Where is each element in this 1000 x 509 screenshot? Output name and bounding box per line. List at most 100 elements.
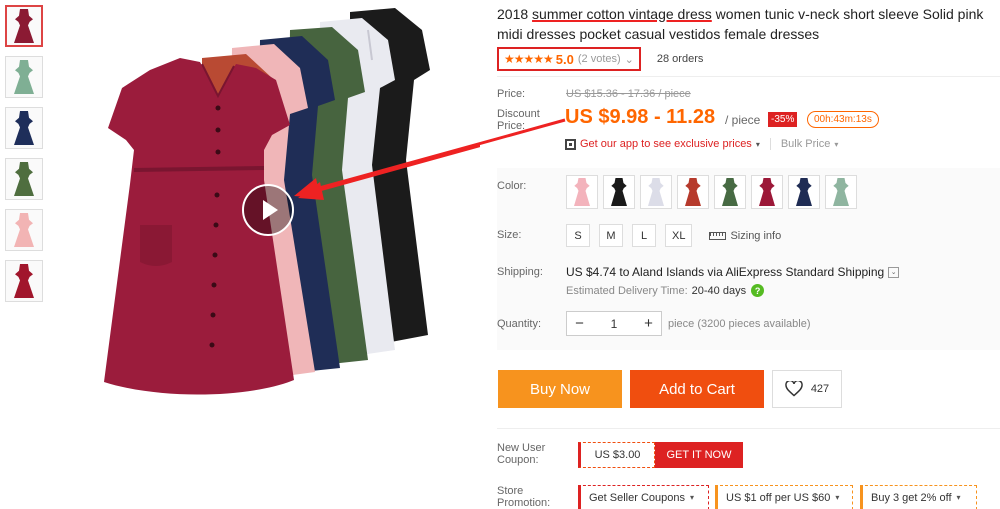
countdown-timer: 00h:43m:13s: [807, 111, 879, 128]
divider: [497, 76, 1000, 77]
product-title: 2018 summer cotton vintage dress women t…: [497, 4, 1000, 44]
size-option-m[interactable]: M: [599, 224, 623, 247]
size-option-l[interactable]: L: [632, 224, 656, 247]
dress-swatch-icon: [833, 178, 849, 206]
help-icon[interactable]: ?: [751, 284, 765, 297]
size-options: S M L XL Sizing info: [566, 224, 781, 247]
divider: [497, 428, 1000, 429]
dress-swatch-icon: [722, 178, 738, 206]
product-options: Color: Size: S M L XL Sizing info Shippi…: [497, 168, 1000, 350]
delivery-time: Estimated Delivery Time: 20-40 days ?: [566, 284, 765, 297]
votes-count: (2 votes): [577, 53, 621, 65]
quantity-label: Quantity:: [497, 318, 542, 330]
price-label: Price:: [497, 88, 526, 100]
price-unit: / piece: [725, 113, 761, 127]
thumbnail-strip: [5, 5, 43, 311]
thumbnail-6[interactable]: [5, 260, 43, 302]
bundle-discount-button[interactable]: Buy 3 get 2% off ▾: [860, 485, 977, 509]
dress-swatch-icon: [796, 178, 812, 206]
size-option-s[interactable]: S: [566, 224, 590, 247]
wishlist-count: 427: [810, 383, 830, 395]
shipping-text: US $4.74 to Aland Islands via AliExpress…: [566, 265, 885, 279]
delivery-days: 20-40 days: [691, 284, 747, 297]
dress-swatch-icon: [648, 178, 664, 206]
chevron-down-icon: ▾: [956, 493, 961, 502]
sizing-info-link[interactable]: Sizing info: [709, 230, 781, 242]
shipping-info: US $4.74 to Aland Islands via AliExpress…: [566, 265, 900, 279]
chevron-down-icon: ▾: [835, 493, 840, 502]
dress-thumb-icon: [14, 213, 34, 247]
increase-quantity-button[interactable]: +: [636, 312, 661, 335]
store-discount-button[interactable]: US $1 off per US $60 ▾: [715, 485, 853, 509]
buy-now-button[interactable]: Buy Now: [498, 370, 622, 408]
coupon-amount: US $3.00: [578, 442, 655, 468]
dress-thumb-icon: [14, 162, 34, 196]
availability-text: piece (3200 pieces available): [668, 317, 811, 330]
bulk-price-link[interactable]: Bulk Price: [769, 138, 830, 150]
color-label: Color:: [497, 180, 527, 192]
thumbnail-3[interactable]: [5, 107, 43, 149]
wishlist-button[interactable]: 427: [772, 370, 842, 408]
dress-thumb-icon: [14, 60, 34, 94]
color-swatch-green[interactable]: [714, 175, 746, 209]
size-option-xl[interactable]: XL: [665, 224, 693, 247]
app-promo: Get our app to see exclusive prices ▾ Bu…: [565, 138, 838, 150]
discount-badge: -35%: [768, 112, 798, 127]
promo-text: US $1 off per US $60: [726, 491, 831, 504]
original-price: US $15.36 - 17.36 / piece: [566, 88, 691, 100]
new-user-coupon-label: New User Coupon:: [497, 442, 546, 466]
quantity-input[interactable]: 1: [592, 312, 636, 335]
new-user-coupon: US $3.00 GET IT NOW: [578, 442, 743, 468]
thumbnail-1[interactable]: [5, 5, 43, 47]
dress-swatch-icon: [685, 178, 701, 206]
seller-coupons-button[interactable]: Get Seller Coupons ▾: [578, 485, 709, 509]
purchase-actions: Buy Now Add to Cart 427: [498, 370, 842, 408]
dress-swatch-icon: [759, 178, 775, 206]
promo-text: Get Seller Coupons: [589, 491, 685, 504]
size-label: Size:: [497, 229, 522, 241]
orders-count: 28 orders: [656, 53, 704, 65]
sizing-info-text: Sizing info: [730, 229, 782, 242]
thumbnail-2[interactable]: [5, 56, 43, 98]
rating-value: 5.0: [555, 51, 574, 67]
product-info-panel: 2018 summer cotton vintage dress women t…: [497, 4, 1000, 509]
color-swatch-white[interactable]: [640, 175, 672, 209]
thumbnail-5[interactable]: [5, 209, 43, 251]
dress-swatch-icon: [574, 178, 590, 206]
color-swatches: [566, 175, 857, 209]
get-coupon-button[interactable]: GET IT NOW: [655, 442, 743, 468]
color-swatch-burgundy[interactable]: [751, 175, 783, 209]
dress-thumb-icon: [14, 9, 34, 43]
delivery-label: Estimated Delivery Time:: [566, 284, 688, 297]
thumbnail-4[interactable]: [5, 158, 43, 200]
color-swatch-rust[interactable]: [677, 175, 709, 209]
star-rating-icon: ★★★★★: [504, 52, 554, 66]
color-swatch-pink[interactable]: [566, 175, 598, 209]
add-to-cart-button[interactable]: Add to Cart: [630, 370, 764, 408]
rating-row: ★★★★★ 5.0 (2 votes) ⌄ 28 orders: [497, 47, 1000, 71]
chevron-down-icon: ▾: [755, 139, 760, 149]
color-swatch-floral[interactable]: [825, 175, 857, 209]
annotation-arrow-icon: [298, 143, 480, 200]
store-promotion-label: Store Promotion:: [497, 485, 551, 509]
current-price: US $9.98 - 11.28: [565, 106, 716, 128]
color-swatch-navy[interactable]: [788, 175, 820, 209]
chevron-down-icon: ⌄: [624, 53, 634, 66]
heart-icon: [785, 381, 803, 397]
discount-price-label: Discount Price:: [497, 108, 540, 132]
shipping-dropdown-icon[interactable]: ⌄: [888, 266, 900, 278]
chevron-down-icon: ▾: [834, 139, 839, 149]
app-promo-link[interactable]: Get our app to see exclusive prices: [580, 138, 752, 150]
quantity-stepper: − 1 +: [566, 311, 662, 336]
dress-thumb-icon: [14, 111, 34, 145]
quantity-control: − 1 + piece (3200 pieces available): [566, 311, 810, 336]
ruler-icon: [709, 231, 727, 240]
product-main-image[interactable]: [50, 0, 480, 430]
decrease-quantity-button[interactable]: −: [567, 312, 592, 335]
promo-text: Buy 3 get 2% off: [871, 491, 952, 504]
dress-swatch-icon: [611, 178, 627, 206]
color-swatch-black[interactable]: [603, 175, 635, 209]
shipping-label: Shipping:: [497, 266, 543, 278]
rating-summary[interactable]: ★★★★★ 5.0 (2 votes) ⌄: [497, 47, 641, 71]
qr-code-icon: [565, 138, 576, 150]
